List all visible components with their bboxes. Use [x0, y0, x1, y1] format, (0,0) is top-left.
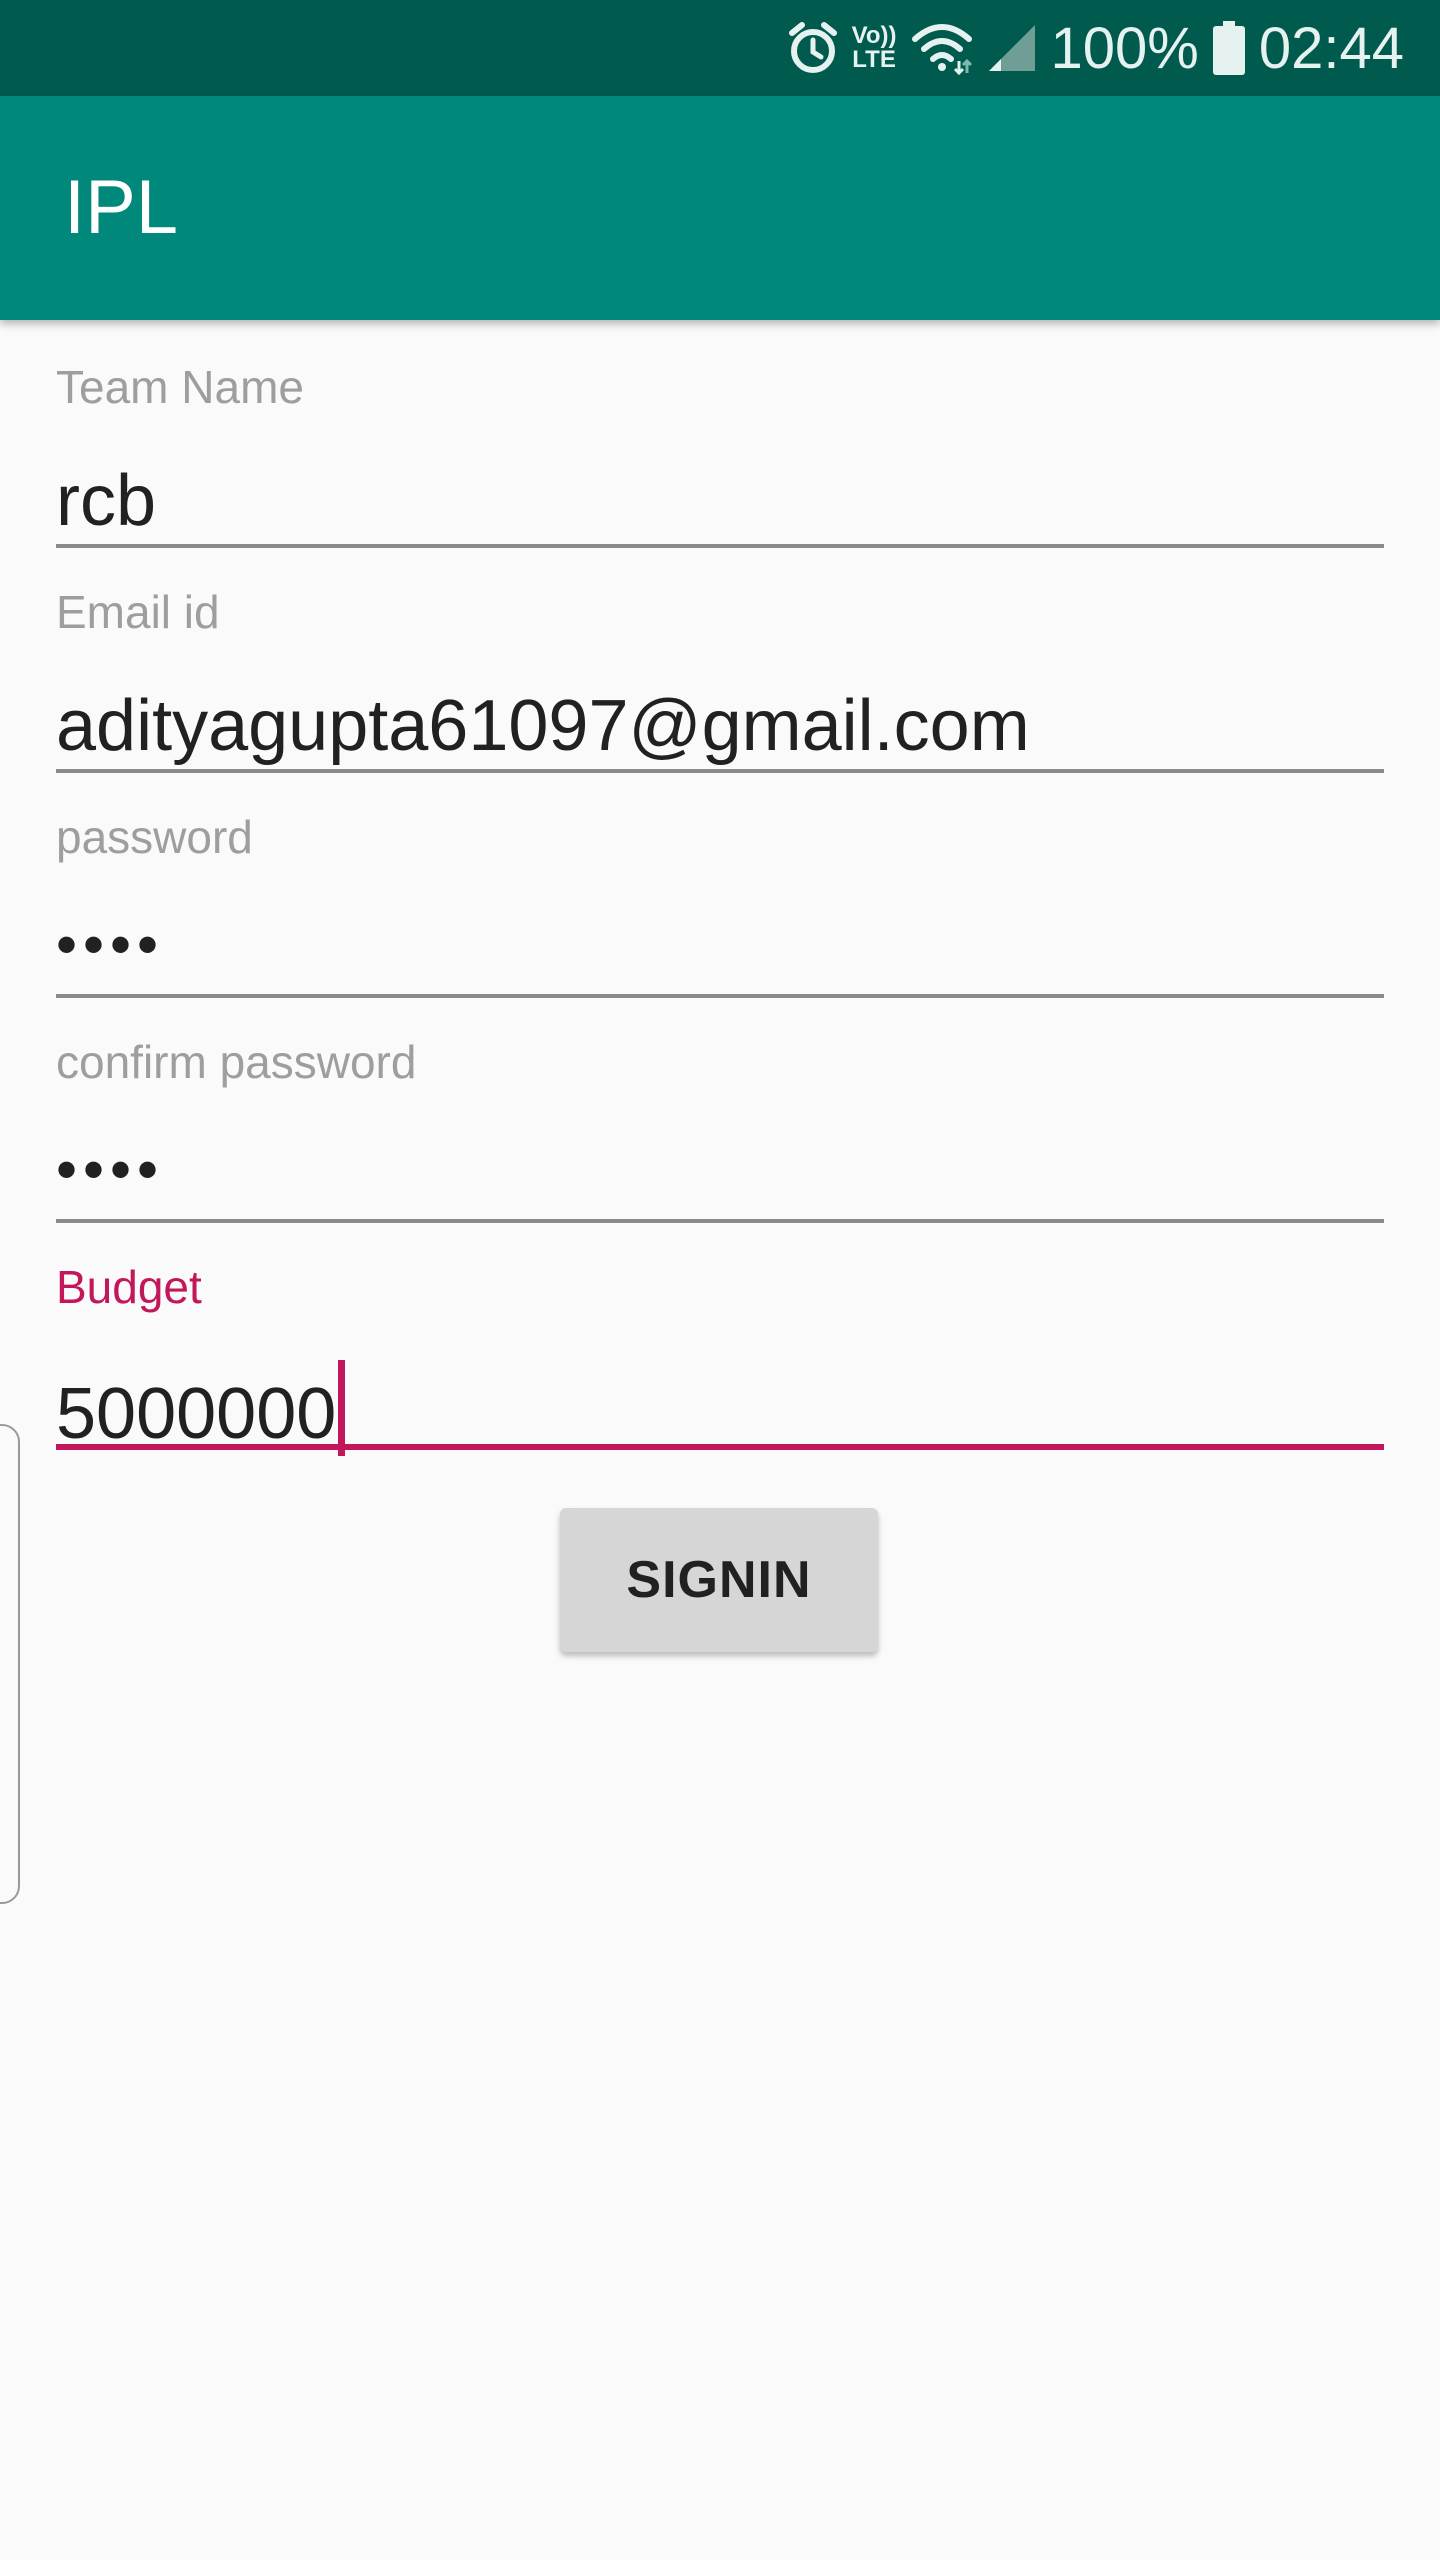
battery-percentage: 100%	[1050, 15, 1199, 81]
text-cursor	[338, 1360, 346, 1456]
volte-bottom-label: LTE	[852, 46, 896, 73]
password-underline	[56, 994, 1384, 998]
password-field[interactable]: password ••••	[56, 810, 1384, 1006]
confirm-password-underline	[56, 1219, 1384, 1223]
budget-input[interactable]: 5000000	[56, 1360, 346, 1456]
budget-underline	[56, 1444, 1384, 1450]
team-name-underline	[56, 544, 1384, 548]
team-name-field[interactable]: Team Name rcb	[56, 360, 1384, 556]
budget-field[interactable]: Budget 5000000	[56, 1260, 1384, 1460]
alarm-icon	[788, 21, 838, 75]
wifi-icon	[911, 21, 973, 75]
email-field[interactable]: Email id adityagupta61097@gmail.com	[56, 585, 1384, 781]
battery-icon	[1212, 21, 1245, 75]
signal-icon	[987, 23, 1037, 73]
app-bar: IPL	[0, 96, 1440, 320]
budget-label: Budget	[56, 1261, 202, 1313]
confirm-password-label: confirm password	[56, 1036, 417, 1088]
volte-top-label: Vo))	[851, 22, 897, 49]
app-title: IPL	[64, 165, 179, 250]
email-underline	[56, 769, 1384, 773]
team-name-input[interactable]: rcb	[56, 460, 156, 542]
volte-icon: Vo)) LTE	[852, 24, 897, 72]
edge-panel-handle[interactable]	[0, 1424, 20, 1904]
email-label: Email id	[56, 586, 220, 638]
confirm-password-field[interactable]: confirm password ••••	[56, 1035, 1384, 1231]
budget-value: 5000000	[56, 1374, 337, 1454]
email-input[interactable]: adityagupta61097@gmail.com	[56, 685, 1030, 767]
signin-button[interactable]: SIGNIN	[560, 1508, 878, 1652]
status-clock: 02:44	[1258, 15, 1404, 81]
team-name-label: Team Name	[56, 361, 304, 413]
password-label: password	[56, 811, 253, 863]
password-input[interactable]: ••••	[56, 910, 164, 979]
confirm-password-input[interactable]: ••••	[56, 1135, 164, 1204]
status-icons: Vo)) LTE 100% 02:44	[788, 0, 1404, 96]
status-bar: Vo)) LTE 100% 02:44	[0, 0, 1440, 96]
